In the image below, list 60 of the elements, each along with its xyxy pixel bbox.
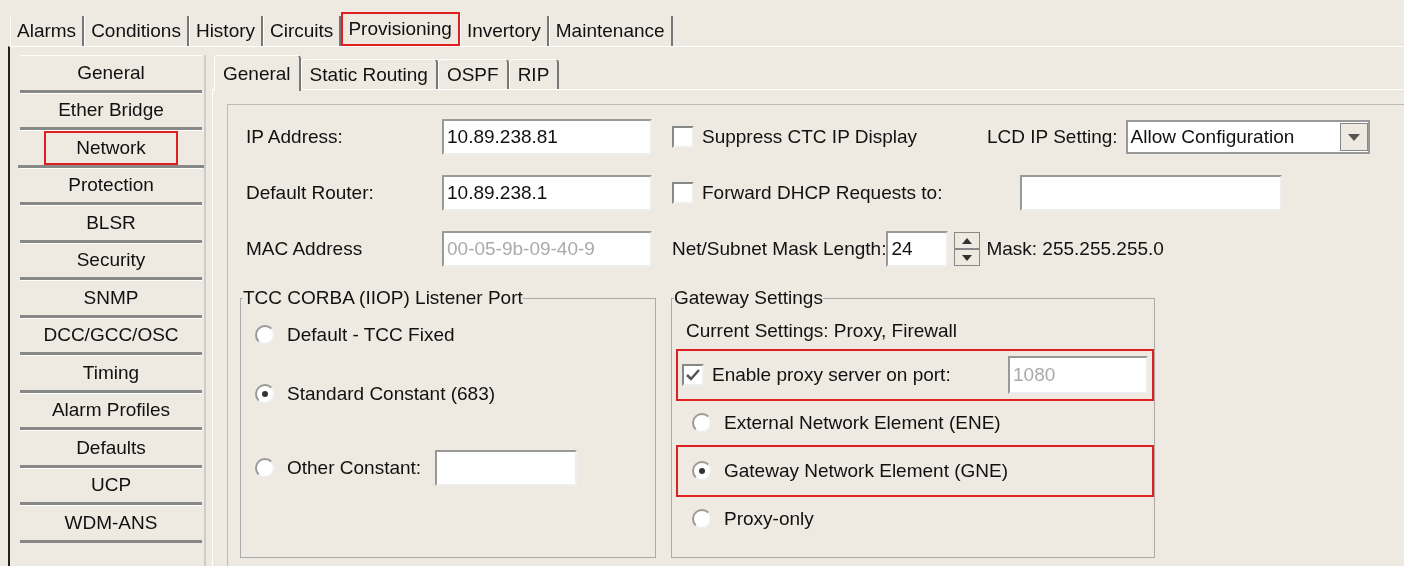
- dropdown[interactable]: Allow Configuration: [1125, 120, 1370, 154]
- spinner-control[interactable]: [954, 232, 981, 266]
- sidebar-item[interactable]: Alarm Profiles: [20, 392, 202, 430]
- main-tab[interactable]: History: [188, 16, 264, 46]
- sidebar-item[interactable]: Protection: [20, 167, 202, 205]
- sub-tab[interactable]: RIP: [508, 59, 560, 89]
- mask-text: Mask: 255.255.255.0: [986, 238, 1164, 260]
- group-title: Gateway Settings: [674, 287, 823, 309]
- sidebar-item[interactable]: Security: [20, 242, 202, 280]
- status-text: Current Settings: Proxy, Firewall: [686, 320, 957, 342]
- up-arrow-icon: [962, 237, 973, 244]
- sidebar-item[interactable]: Network: [18, 130, 204, 168]
- radio-label: External Network Element (ENE): [724, 412, 1001, 434]
- main-tab[interactable]: Circuits: [263, 16, 342, 46]
- radio-button[interactable]: [255, 384, 275, 404]
- sidebar-item[interactable]: SNMP: [20, 280, 202, 318]
- sidebar-item[interactable]: UCP: [20, 467, 202, 505]
- checkbox-label: Enable proxy server on port:: [712, 364, 952, 386]
- field-label: Net/Subnet Mask Length:: [672, 238, 887, 260]
- field-label: Default Router:: [246, 182, 375, 204]
- sidebar-item[interactable]: Defaults: [20, 430, 202, 468]
- sub-tab[interactable]: Static Routing: [300, 59, 438, 89]
- sidebar-item[interactable]: WDM-ANS: [20, 505, 202, 543]
- down-arrow-icon: [962, 254, 973, 261]
- radio-label: Other Constant:: [287, 457, 422, 479]
- radio-button[interactable]: [692, 509, 712, 529]
- radio-button[interactable]: [255, 325, 275, 345]
- sidebar-item[interactable]: DCC/GCC/OSC: [20, 317, 202, 355]
- radio-button[interactable]: [692, 413, 712, 433]
- checkbox[interactable]: [672, 182, 694, 204]
- main-tab[interactable]: Alarms: [10, 16, 85, 46]
- checkbox-label: Suppress CTC IP Display: [702, 126, 919, 148]
- main-tab[interactable]: Invertory: [459, 16, 549, 46]
- radio-label: Standard Constant (683): [287, 383, 496, 405]
- field-label: IP Address:: [246, 126, 344, 148]
- sub-tab[interactable]: General: [214, 55, 301, 91]
- main-tab[interactable]: Conditions: [84, 16, 189, 46]
- input-field[interactable]: [1020, 175, 1282, 211]
- radio-button[interactable]: [692, 461, 712, 481]
- checkmark-icon: [685, 368, 701, 382]
- field-label: LCD IP Setting:: [987, 126, 1118, 148]
- sidebar-item[interactable]: General: [20, 55, 202, 93]
- field-label: MAC Address: [246, 238, 364, 260]
- checkbox[interactable]: [672, 126, 694, 148]
- radio-label: Default - TCC Fixed: [287, 324, 455, 346]
- sidebar-item[interactable]: Ether Bridge: [20, 92, 202, 130]
- radio-button[interactable]: [255, 458, 275, 478]
- sidebar-item[interactable]: BLSR: [20, 205, 202, 243]
- input-field[interactable]: 10.89.238.1: [442, 175, 652, 211]
- number-field[interactable]: 24: [886, 231, 949, 267]
- input-field[interactable]: 10.89.238.81: [442, 119, 652, 155]
- group-title: TCC CORBA (IIOP) Listener Port: [243, 287, 523, 309]
- checkbox-label: Forward DHCP Requests to:: [702, 182, 944, 204]
- radio-label: Proxy-only: [724, 508, 814, 530]
- sidebar-item[interactable]: Timing: [20, 355, 202, 393]
- sub-tab[interactable]: OSPF: [437, 59, 509, 89]
- input-field[interactable]: [435, 450, 578, 486]
- radio-label: Gateway Network Element (GNE): [724, 460, 1009, 482]
- main-tab[interactable]: Maintenance: [548, 16, 673, 46]
- main-tab[interactable]: Provisioning: [341, 12, 460, 46]
